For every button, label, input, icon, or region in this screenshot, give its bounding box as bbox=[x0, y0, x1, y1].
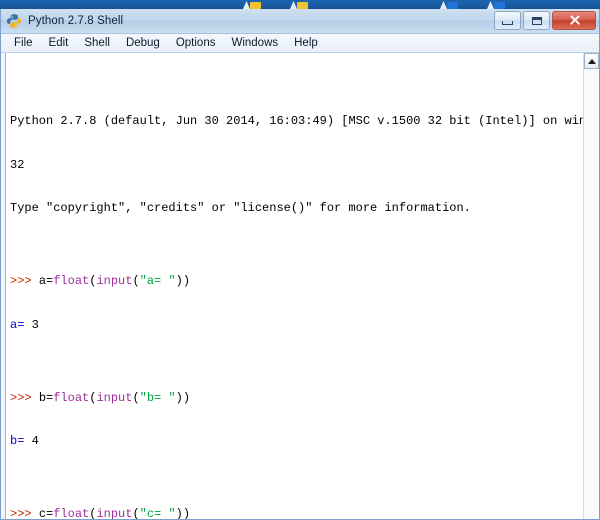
minimize-icon bbox=[502, 21, 513, 25]
banner-line-3: Type "copyright", "credits" or "license(… bbox=[10, 201, 583, 216]
menu-item-windows[interactable]: Windows bbox=[223, 36, 286, 51]
paren-open-2: ( bbox=[132, 506, 140, 519]
menu-item-options[interactable]: Options bbox=[168, 36, 224, 51]
menu-item-edit[interactable]: Edit bbox=[41, 36, 77, 51]
shell-console-output[interactable]: Python 2.7.8 (default, Jun 30 2014, 16:0… bbox=[6, 53, 583, 519]
string-c-prompt: "c= " bbox=[139, 506, 176, 519]
banner-line-1: Python 2.7.8 (default, Jun 30 2014, 16:0… bbox=[10, 114, 583, 129]
taskbar-icon-shape bbox=[290, 1, 297, 9]
string-b-prompt: "b= " bbox=[139, 390, 176, 405]
input-builtin: input bbox=[96, 506, 133, 519]
title-bar[interactable]: Python 2.7.8 Shell bbox=[1, 9, 599, 34]
assign-b-text: b= bbox=[38, 390, 54, 405]
minimize-button[interactable] bbox=[494, 11, 521, 30]
input-line-a: >>> a=float(input("a= ")) bbox=[10, 274, 583, 289]
float-builtin: float bbox=[53, 506, 90, 519]
taskbar-icon-shape bbox=[243, 1, 250, 9]
scroll-up-arrow-icon bbox=[587, 58, 596, 64]
prompt-marker: >>> bbox=[10, 390, 39, 405]
desktop-taskbar-strip bbox=[0, 0, 600, 9]
float-builtin: float bbox=[53, 274, 90, 289]
close-parens-a: )) bbox=[175, 274, 191, 289]
scrollbar-up-button[interactable] bbox=[584, 53, 599, 69]
python-snake-icon bbox=[6, 13, 22, 29]
assign-c-text: c= bbox=[38, 506, 54, 519]
taskbar-window-icon-2[interactable] bbox=[290, 0, 308, 9]
menu-item-help[interactable]: Help bbox=[286, 36, 326, 51]
menu-item-debug[interactable]: Debug bbox=[118, 36, 168, 51]
assign-a-text: a= bbox=[38, 274, 54, 289]
taskbar-icon-shape bbox=[487, 1, 494, 9]
vertical-scrollbar[interactable] bbox=[583, 53, 599, 519]
taskbar-window-icon-1[interactable] bbox=[243, 0, 261, 9]
window-title: Python 2.7.8 Shell bbox=[28, 15, 124, 27]
string-a-prompt: "a= " bbox=[139, 274, 176, 289]
close-button[interactable] bbox=[552, 11, 596, 30]
output-a-prompt: a= bbox=[10, 317, 25, 332]
taskbar-icon-badge bbox=[494, 2, 505, 9]
taskbar-icon-shape bbox=[440, 1, 447, 9]
input-line-c: >>> c=float(input("c= ")) bbox=[10, 507, 583, 519]
input-builtin: input bbox=[96, 274, 133, 289]
taskbar-icon-badge bbox=[297, 2, 308, 9]
close-parens-c: )) bbox=[175, 506, 191, 519]
banner-line-2: 32 bbox=[10, 158, 583, 173]
taskbar-icon-badge bbox=[447, 2, 458, 9]
prompt-marker: >>> bbox=[10, 506, 39, 519]
shell-text-area: Python 2.7.8 (default, Jun 30 2014, 16:0… bbox=[1, 53, 599, 519]
input-line-b: >>> b=float(input("b= ")) bbox=[10, 391, 583, 406]
output-line-b: b= 4 bbox=[10, 434, 583, 449]
taskbar-window-icon-3[interactable] bbox=[440, 0, 458, 9]
output-line-a: a= 3 bbox=[10, 318, 583, 333]
paren-open-2: ( bbox=[132, 274, 140, 289]
prompt-marker: >>> bbox=[10, 274, 39, 289]
float-builtin: float bbox=[53, 390, 90, 405]
menu-bar: File Edit Shell Debug Options Windows He… bbox=[1, 34, 599, 53]
menu-item-file[interactable]: File bbox=[6, 36, 41, 51]
close-parens-b: )) bbox=[175, 390, 191, 405]
taskbar-icon-badge bbox=[250, 2, 261, 9]
output-b-value: 4 bbox=[24, 434, 39, 449]
paren-open-2: ( bbox=[132, 390, 140, 405]
window-controls bbox=[494, 11, 596, 30]
close-icon bbox=[569, 15, 580, 26]
banner-text-2: 32 bbox=[10, 157, 25, 172]
banner-text-3: Type "copyright", "credits" or "license(… bbox=[10, 201, 471, 216]
scrollbar-track[interactable] bbox=[584, 69, 599, 519]
output-b-prompt: b= bbox=[10, 434, 25, 449]
idle-shell-window: Python 2.7.8 Shell File Edit Shell Debug… bbox=[0, 9, 600, 520]
maximize-icon bbox=[531, 16, 542, 25]
output-a-value: 3 bbox=[24, 317, 39, 332]
menu-item-shell[interactable]: Shell bbox=[76, 36, 118, 51]
input-builtin: input bbox=[96, 390, 133, 405]
banner-text-1: Python 2.7.8 (default, Jun 30 2014, 16:0… bbox=[10, 114, 583, 129]
taskbar-window-icon-4[interactable] bbox=[487, 0, 505, 9]
maximize-button[interactable] bbox=[523, 11, 550, 30]
